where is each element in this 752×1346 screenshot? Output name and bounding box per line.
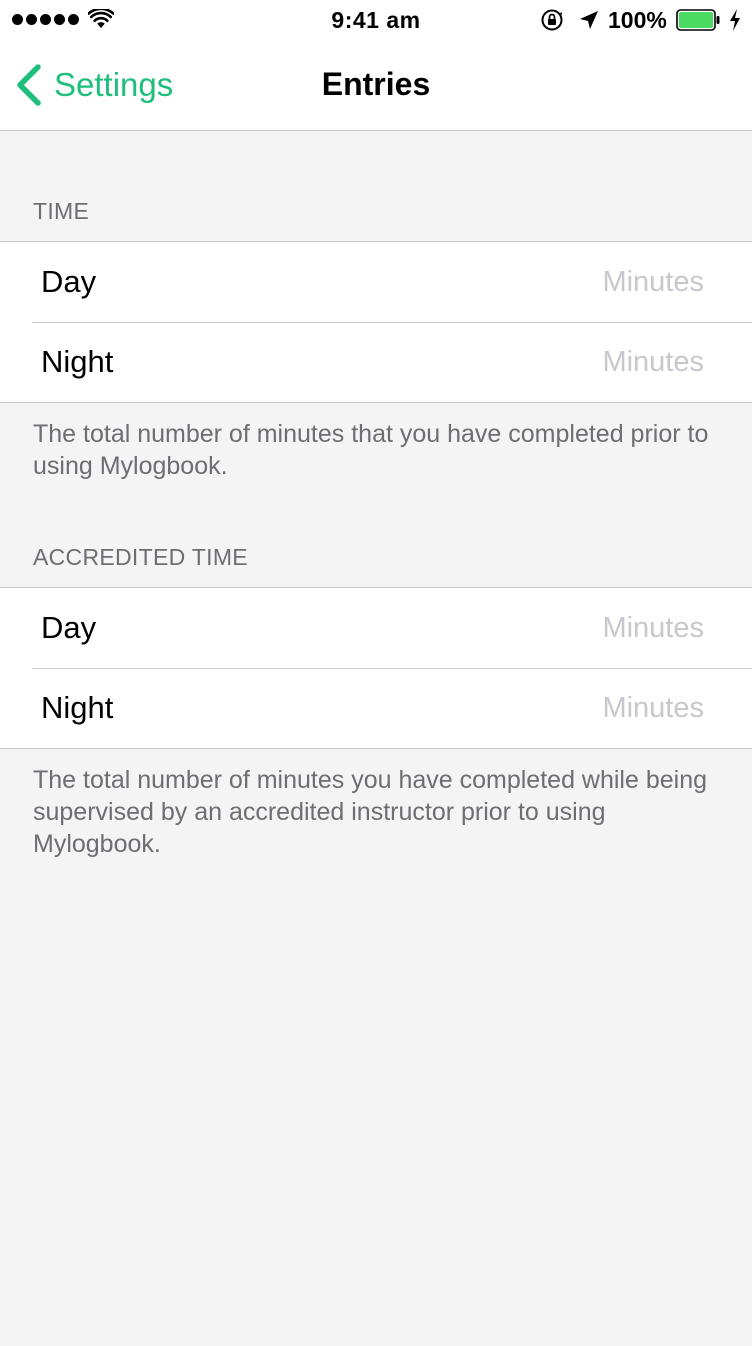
- accredited-night-label: Night: [41, 690, 114, 725]
- accredited-night-minutes-input[interactable]: [444, 691, 704, 725]
- accredited-day-row[interactable]: Day: [0, 588, 752, 668]
- time-group: Day Night: [0, 241, 752, 403]
- section-header-accredited-time: ACCREDITED TIME: [33, 544, 248, 570]
- accredited-night-row[interactable]: Night: [0, 668, 752, 748]
- orientation-lock-icon: [541, 9, 563, 31]
- navigation-bar: Settings Entries: [0, 40, 752, 131]
- time-day-minutes-input[interactable]: [444, 265, 704, 299]
- charging-bolt-icon: [730, 9, 740, 31]
- battery-percent: 100%: [608, 7, 667, 33]
- status-bar: 9:41 am 100%: [0, 0, 752, 40]
- page-title: Entries: [321, 66, 431, 102]
- location-arrow-icon: [580, 11, 598, 29]
- time-night-label: Night: [41, 344, 114, 379]
- time-day-row[interactable]: Day: [0, 242, 752, 322]
- accredited-day-minutes-input[interactable]: [444, 611, 704, 645]
- battery-icon: [676, 9, 720, 31]
- time-day-label: Day: [41, 264, 97, 299]
- time-night-row[interactable]: Night: [0, 322, 752, 402]
- section-footer-time: The total number of minutes that you hav…: [33, 420, 709, 480]
- accredited-time-group: Day Night: [0, 587, 752, 749]
- section-header-time: TIME: [33, 198, 90, 224]
- time-night-minutes-input[interactable]: [444, 345, 704, 379]
- accredited-day-label: Day: [41, 610, 97, 645]
- section-footer-accredited-time: The total number of minutes you have com…: [33, 766, 707, 858]
